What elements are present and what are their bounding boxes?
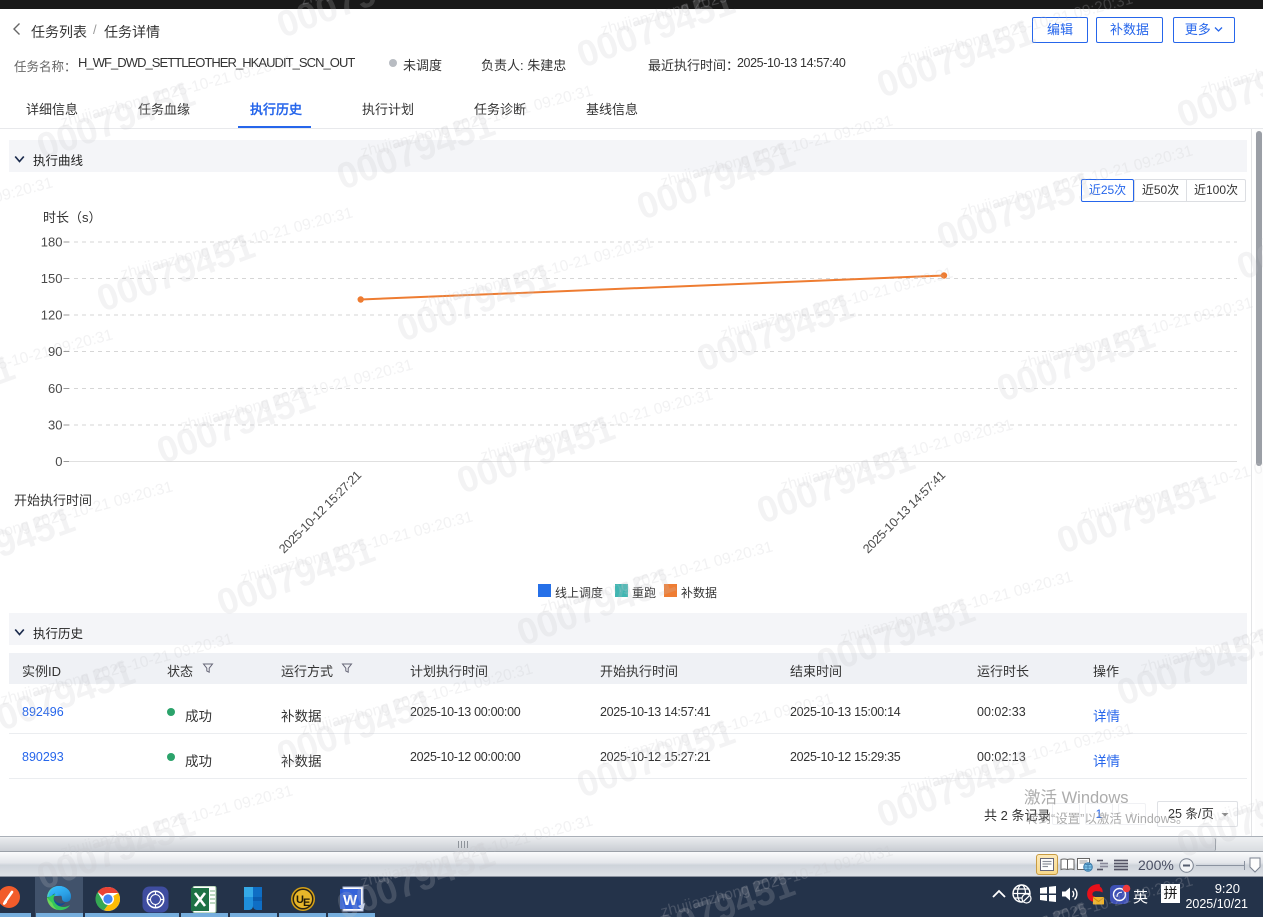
svg-text:0: 0 [55,454,62,469]
svg-text:E: E [303,897,310,909]
svg-text:时长（s）: 时长（s） [43,210,102,225]
svg-text:60: 60 [48,381,62,396]
svg-text:00079451: 00079451 [871,11,1040,106]
svg-text:90: 90 [48,344,62,359]
svg-text:2025-10-12 15:27:21: 2025-10-12 15:27:21 [276,468,364,556]
svg-text:150: 150 [41,271,63,286]
svg-text:120: 120 [41,308,63,323]
svg-text:00079451: 00079451 [871,11,1040,106]
svg-text:2025-10-13 14:57:41: 2025-10-13 14:57:41 [860,468,948,556]
svg-text:00079451: 00079451 [1171,41,1263,136]
svg-text:180: 180 [41,235,63,250]
svg-text:W: W [343,892,358,909]
svg-text:00079451: 00079451 [1171,41,1263,136]
svg-text:30: 30 [48,418,62,433]
